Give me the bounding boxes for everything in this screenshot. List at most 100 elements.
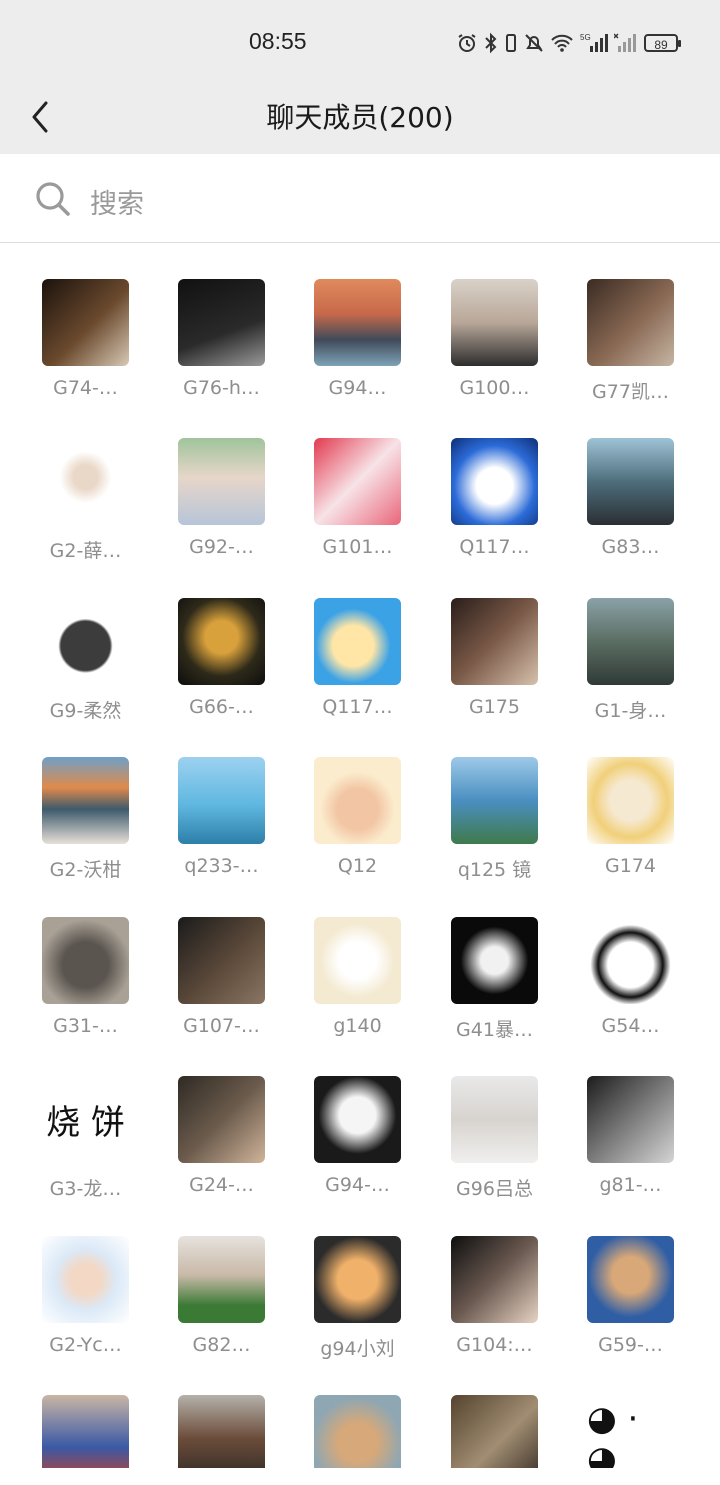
member-avatar[interactable] xyxy=(42,279,129,366)
avatar-glyph: ◕ · ◕ xyxy=(587,1398,639,1469)
member-name: G54… xyxy=(601,1015,660,1037)
member-avatar[interactable] xyxy=(178,438,265,525)
member-item[interactable]: G9-柔然 xyxy=(0,563,144,723)
member-item[interactable]: G104:… xyxy=(409,1201,553,1361)
member-avatar[interactable] xyxy=(178,1076,265,1163)
member-item[interactable] xyxy=(136,1360,280,1468)
member-avatar[interactable] xyxy=(451,917,538,1004)
member-avatar[interactable] xyxy=(178,757,265,844)
member-avatar[interactable] xyxy=(178,1395,265,1468)
member-item[interactable]: G107-… xyxy=(136,882,280,1042)
member-avatar[interactable] xyxy=(451,279,538,366)
member-avatar[interactable] xyxy=(178,279,265,366)
member-avatar[interactable] xyxy=(42,1236,129,1323)
status-time: 08:55 xyxy=(249,28,307,54)
member-avatar[interactable] xyxy=(587,279,674,366)
member-name: G77凯… xyxy=(592,381,669,403)
member-avatar[interactable]: 烧 饼 xyxy=(42,1076,129,1163)
member-avatar[interactable] xyxy=(587,598,674,685)
member-name: G1-身… xyxy=(594,700,667,722)
member-item[interactable]: G66-… xyxy=(136,563,280,723)
member-avatar[interactable] xyxy=(451,757,538,844)
member-avatar[interactable] xyxy=(451,1395,538,1468)
member-avatar[interactable] xyxy=(314,438,401,525)
member-avatar[interactable] xyxy=(587,917,674,1004)
member-item[interactable]: G174 xyxy=(545,722,689,882)
search-bar[interactable]: 搜索 xyxy=(0,154,720,243)
member-avatar[interactable] xyxy=(587,1076,674,1163)
member-avatar[interactable] xyxy=(314,917,401,1004)
member-item[interactable]: Q12 xyxy=(272,722,416,882)
member-avatar[interactable]: ◕ · ◕ xyxy=(587,1395,674,1468)
member-avatar[interactable] xyxy=(314,1395,401,1468)
member-avatar[interactable] xyxy=(451,598,538,685)
alarm-icon xyxy=(458,34,476,52)
member-avatar[interactable] xyxy=(314,757,401,844)
member-item[interactable]: G31-… xyxy=(0,882,144,1042)
member-item[interactable]: G2-薛… xyxy=(0,403,144,563)
signal-5g-icon: 5G xyxy=(580,33,608,52)
member-item[interactable]: g81-… xyxy=(545,1041,689,1201)
member-item[interactable]: G24-… xyxy=(136,1041,280,1201)
signal-weak-icon xyxy=(614,33,636,52)
wifi-icon xyxy=(551,34,573,52)
member-item[interactable]: G82… xyxy=(136,1201,280,1361)
member-avatar[interactable] xyxy=(587,757,674,844)
member-item[interactable]: G76-h… xyxy=(136,244,280,404)
member-avatar[interactable] xyxy=(42,757,129,844)
member-avatar[interactable] xyxy=(42,598,129,685)
member-item[interactable] xyxy=(409,1360,553,1468)
mute-bell-icon xyxy=(525,34,543,52)
status-icons: 5G 89 xyxy=(456,28,681,58)
member-item[interactable]: G77凯… xyxy=(545,244,689,404)
member-item[interactable]: Q117… xyxy=(272,563,416,723)
member-avatar[interactable] xyxy=(451,1236,538,1323)
member-avatar[interactable] xyxy=(587,438,674,525)
member-item[interactable]: G2-沃柑 xyxy=(0,722,144,882)
member-avatar[interactable] xyxy=(314,598,401,685)
page-title: 聊天成员(200) xyxy=(266,101,454,134)
member-avatar[interactable] xyxy=(314,1076,401,1163)
member-avatar[interactable] xyxy=(42,1395,129,1468)
member-item[interactable]: g140 xyxy=(272,882,416,1042)
member-item[interactable]: G100… xyxy=(409,244,553,404)
status-bar: 08:55 5G 89 xyxy=(0,0,720,84)
member-avatar[interactable] xyxy=(178,917,265,1004)
bluetooth-icon xyxy=(485,32,497,54)
member-item[interactable]: G59-… xyxy=(545,1201,689,1361)
svg-text:5G: 5G xyxy=(580,33,591,42)
search-placeholder: 搜索 xyxy=(90,189,144,220)
vibrate-icon xyxy=(506,34,516,52)
member-item[interactable]: q125 镜 xyxy=(409,722,553,882)
member-avatar[interactable] xyxy=(314,279,401,366)
member-item[interactable]: g94小刘 xyxy=(272,1201,416,1361)
member-avatar[interactable] xyxy=(451,438,538,525)
member-item[interactable]: G94… xyxy=(272,244,416,404)
member-avatar[interactable] xyxy=(42,917,129,1004)
member-item[interactable]: G94-… xyxy=(272,1041,416,1201)
member-item[interactable]: G92-… xyxy=(136,403,280,563)
member-avatar[interactable] xyxy=(587,1236,674,1323)
member-item[interactable]: G54… xyxy=(545,882,689,1042)
member-item[interactable] xyxy=(0,1360,144,1468)
member-item[interactable]: Q117… xyxy=(409,403,553,563)
member-avatar[interactable] xyxy=(451,1076,538,1163)
member-avatar[interactable] xyxy=(178,1236,265,1323)
member-avatar[interactable] xyxy=(178,598,265,685)
member-item[interactable]: G101… xyxy=(272,403,416,563)
member-item[interactable]: G74-… xyxy=(0,244,144,404)
member-item[interactable]: ◕ · ◕ xyxy=(545,1360,689,1468)
member-item[interactable]: G96吕总 xyxy=(409,1041,553,1201)
member-item[interactable]: G1-身… xyxy=(545,563,689,723)
member-item[interactable] xyxy=(272,1360,416,1468)
member-item[interactable]: G175 xyxy=(409,563,553,723)
member-item[interactable]: q233-… xyxy=(136,722,280,882)
member-item[interactable]: G2-Yc… xyxy=(0,1201,144,1361)
member-avatar[interactable] xyxy=(314,1236,401,1323)
member-item[interactable]: G41暴… xyxy=(409,882,553,1042)
member-item[interactable]: G83… xyxy=(545,403,689,563)
member-item[interactable]: 烧 饼 G3-龙… xyxy=(0,1041,144,1201)
member-name: G59-… xyxy=(598,1334,663,1356)
member-avatar[interactable] xyxy=(42,438,129,525)
search-icon xyxy=(36,182,70,216)
